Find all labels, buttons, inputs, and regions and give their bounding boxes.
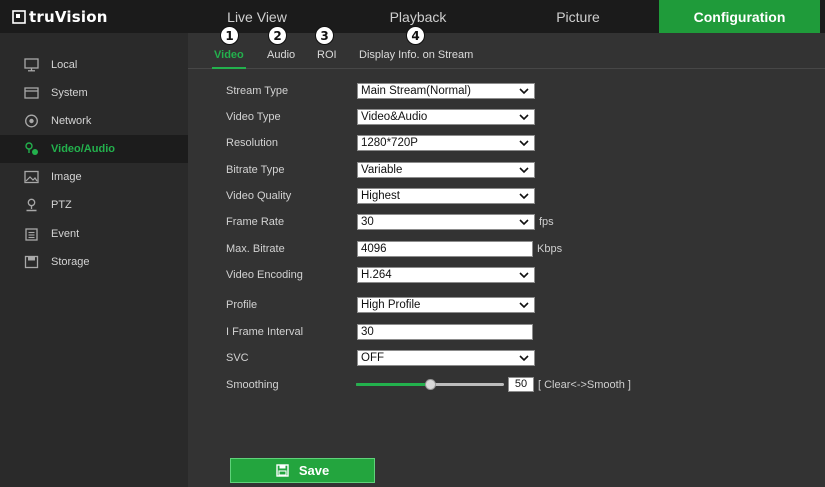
- resolution-select[interactable]: 1280*720P: [357, 135, 535, 151]
- callout-badge: 1: [220, 26, 239, 45]
- tab-label: ROI: [317, 49, 337, 61]
- sidebar-item-local[interactable]: Local: [0, 51, 188, 79]
- video-quality-select[interactable]: Highest: [357, 188, 535, 204]
- sidebar-item-label: System: [51, 87, 88, 99]
- sidebar-item-network[interactable]: Network: [0, 107, 188, 135]
- sidebar-item-label: Image: [51, 171, 82, 183]
- sidebar-item-label: Video/Audio: [51, 143, 115, 155]
- bitrate-type-select[interactable]: Variable: [357, 162, 535, 178]
- frame-rate-label: Frame Rate: [226, 216, 285, 228]
- smoothing-value-input[interactable]: 50: [508, 377, 534, 392]
- select-value: Variable: [361, 164, 403, 176]
- i-frame-interval-label: I Frame Interval: [226, 326, 304, 338]
- chevron-down-icon: [519, 272, 529, 279]
- select-value: High Profile: [361, 299, 421, 311]
- tab-label: Audio: [267, 49, 296, 61]
- stream-type-select[interactable]: Main Stream(Normal): [357, 83, 535, 99]
- select-value: Highest: [361, 190, 400, 202]
- storage-icon: [24, 255, 39, 269]
- select-value: H.264: [361, 269, 392, 281]
- max-bitrate-input[interactable]: 4096: [357, 241, 533, 257]
- logo-text: truVision: [29, 8, 108, 26]
- stream-type-label: Stream Type: [226, 85, 289, 97]
- nav-picture[interactable]: Picture: [520, 0, 636, 33]
- main-panel: Video 1 Audio 2 ROI 3 Display Info. on S…: [188, 26, 825, 487]
- save-label: Save: [298, 463, 330, 478]
- select-value: Main Stream(Normal): [361, 85, 471, 97]
- image-icon: [24, 170, 39, 184]
- tab-display-info[interactable]: Display Info. on Stream: [357, 47, 475, 69]
- callout-badge: 4: [406, 26, 425, 45]
- resolution-label: Resolution: [226, 137, 278, 149]
- tab-label: Display Info. on Stream: [359, 49, 474, 61]
- save-button[interactable]: Save: [230, 458, 375, 483]
- video-audio-icon: [25, 142, 38, 155]
- tab-video[interactable]: Video: [212, 47, 246, 69]
- chevron-down-icon: [519, 167, 529, 174]
- tab-label: Video: [214, 49, 244, 61]
- chevron-down-icon: [519, 114, 529, 121]
- video-type-select[interactable]: Video&Audio: [357, 109, 535, 125]
- profile-select[interactable]: High Profile: [357, 297, 535, 313]
- sidebar: Local System Network Video/Audio Image P…: [0, 33, 188, 487]
- nav-live-view[interactable]: Live View: [201, 0, 313, 33]
- tab-roi[interactable]: ROI: [315, 47, 339, 69]
- sidebar-item-system[interactable]: System: [0, 79, 188, 107]
- select-value: OFF: [361, 352, 384, 364]
- sidebar-item-image[interactable]: Image: [0, 163, 188, 191]
- frame-rate-unit: fps: [539, 216, 554, 228]
- monitor-icon: [24, 58, 39, 72]
- logo: truVision: [12, 7, 108, 27]
- smoothing-hint: [ Clear<->Smooth ]: [538, 379, 631, 391]
- save-icon: [276, 464, 289, 477]
- sidebar-item-event[interactable]: Event: [0, 220, 188, 248]
- chevron-down-icon: [519, 140, 529, 147]
- frame-rate-select[interactable]: 30: [357, 214, 535, 230]
- svc-label: SVC: [226, 352, 249, 364]
- sidebar-item-video-audio[interactable]: Video/Audio: [0, 135, 188, 163]
- subtab-bar: Video 1 Audio 2 ROI 3 Display Info. on S…: [188, 26, 825, 69]
- select-value: 30: [361, 216, 374, 228]
- i-frame-interval-input[interactable]: 30: [357, 324, 533, 340]
- sidebar-item-label: Storage: [51, 256, 90, 268]
- chevron-down-icon: [519, 355, 529, 362]
- tab-audio[interactable]: Audio: [265, 47, 297, 69]
- nav-configuration[interactable]: Configuration: [659, 0, 820, 33]
- event-icon: [25, 228, 38, 241]
- sidebar-item-storage[interactable]: Storage: [0, 248, 188, 276]
- bitrate-type-label: Bitrate Type: [226, 164, 285, 176]
- smoothing-label: Smoothing: [226, 379, 279, 391]
- svc-select[interactable]: OFF: [357, 350, 535, 366]
- sidebar-item-ptz[interactable]: PTZ: [0, 191, 188, 219]
- sidebar-item-label: Event: [51, 228, 80, 240]
- chevron-down-icon: [519, 88, 529, 95]
- video-quality-label: Video Quality: [226, 190, 292, 202]
- max-bitrate-unit: Kbps: [537, 243, 563, 255]
- video-type-label: Video Type: [226, 111, 281, 123]
- video-encoding-select[interactable]: H.264: [357, 267, 535, 283]
- max-bitrate-label: Max. Bitrate: [226, 243, 285, 255]
- profile-label: Profile: [226, 299, 258, 311]
- callout-badge: 3: [315, 26, 334, 45]
- slider-fill: [356, 383, 430, 386]
- network-icon: [25, 114, 38, 128]
- smoothing-slider[interactable]: [356, 379, 504, 390]
- callout-badge: 2: [268, 26, 287, 45]
- system-icon: [24, 87, 39, 99]
- ptz-icon: [26, 198, 37, 212]
- select-value: 1280*720P: [361, 137, 418, 149]
- video-encoding-label: Video Encoding: [226, 269, 303, 281]
- sidebar-item-label: Network: [51, 115, 92, 127]
- sidebar-item-label: PTZ: [51, 199, 72, 211]
- select-value: Video&Audio: [361, 111, 428, 123]
- sidebar-item-label: Local: [51, 59, 78, 71]
- chevron-down-icon: [519, 193, 529, 200]
- logo-icon: [12, 10, 26, 24]
- chevron-down-icon: [519, 219, 529, 226]
- slider-handle[interactable]: [425, 379, 436, 390]
- chevron-down-icon: [519, 302, 529, 309]
